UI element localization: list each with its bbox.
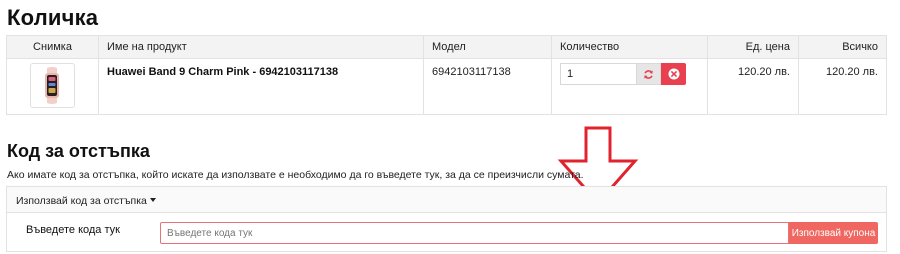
- column-header-model: Модел: [423, 35, 552, 59]
- product-name-cell: Huawei Band 9 Charm Pink - 6942103117138: [98, 58, 424, 115]
- refresh-icon: [644, 69, 653, 79]
- unit-price: 120.20 лв.: [737, 66, 790, 78]
- total-price: 120.20 лв.: [825, 66, 878, 78]
- smart-band-image: [45, 67, 59, 104]
- unit-price-cell: 120.20 лв.: [707, 58, 799, 115]
- cart-title: Количка: [7, 5, 99, 30]
- product-model: 6942103117138: [432, 66, 511, 78]
- coupon-panel: Използвай код за отстъпка Въведете кода …: [6, 186, 887, 252]
- cart-header-row: Снимка Име на продукт Модел Количество Е…: [6, 35, 887, 59]
- coupon-section-title: Код за отстъпка: [7, 141, 150, 161]
- product-name-link[interactable]: Huawei Band 9 Charm Pink - 6942103117138: [107, 65, 338, 78]
- coupon-field-label: Въведете кода тук: [26, 224, 120, 236]
- coupon-code-input[interactable]: [160, 222, 789, 244]
- quantity-group: [560, 63, 699, 85]
- remove-circle-icon: [668, 68, 679, 80]
- product-model-cell: 6942103117138: [423, 58, 552, 115]
- coupon-description: Ако имате код за отстъпка, който искате …: [7, 169, 584, 181]
- product-quantity-cell: [551, 58, 708, 115]
- table-row: Huawei Band 9 Charm Pink - 6942103117138…: [6, 58, 887, 115]
- quantity-input[interactable]: [560, 63, 636, 85]
- caret-down-icon: [149, 198, 156, 202]
- coupon-toggle[interactable]: Използвай код за отстъпка: [7, 187, 886, 213]
- coupon-toggle-label: Използвай код за отстъпка: [16, 195, 147, 207]
- column-header-unit-price: Ед. цена: [707, 35, 799, 59]
- column-header-image: Снимка: [6, 35, 99, 59]
- remove-item-button[interactable]: [661, 63, 686, 85]
- product-image-cell: [6, 58, 99, 115]
- total-price-cell: 120.20 лв.: [798, 58, 887, 115]
- update-quantity-button[interactable]: [636, 63, 661, 85]
- product-thumbnail[interactable]: [30, 63, 75, 108]
- column-header-total: Всичко: [798, 35, 887, 59]
- cart-table: Снимка Име на продукт Модел Количество Е…: [6, 35, 887, 115]
- column-header-quantity: Количество: [551, 35, 708, 59]
- column-header-name: Име на продукт: [98, 35, 424, 59]
- apply-coupon-button[interactable]: Използвай купона: [789, 222, 878, 244]
